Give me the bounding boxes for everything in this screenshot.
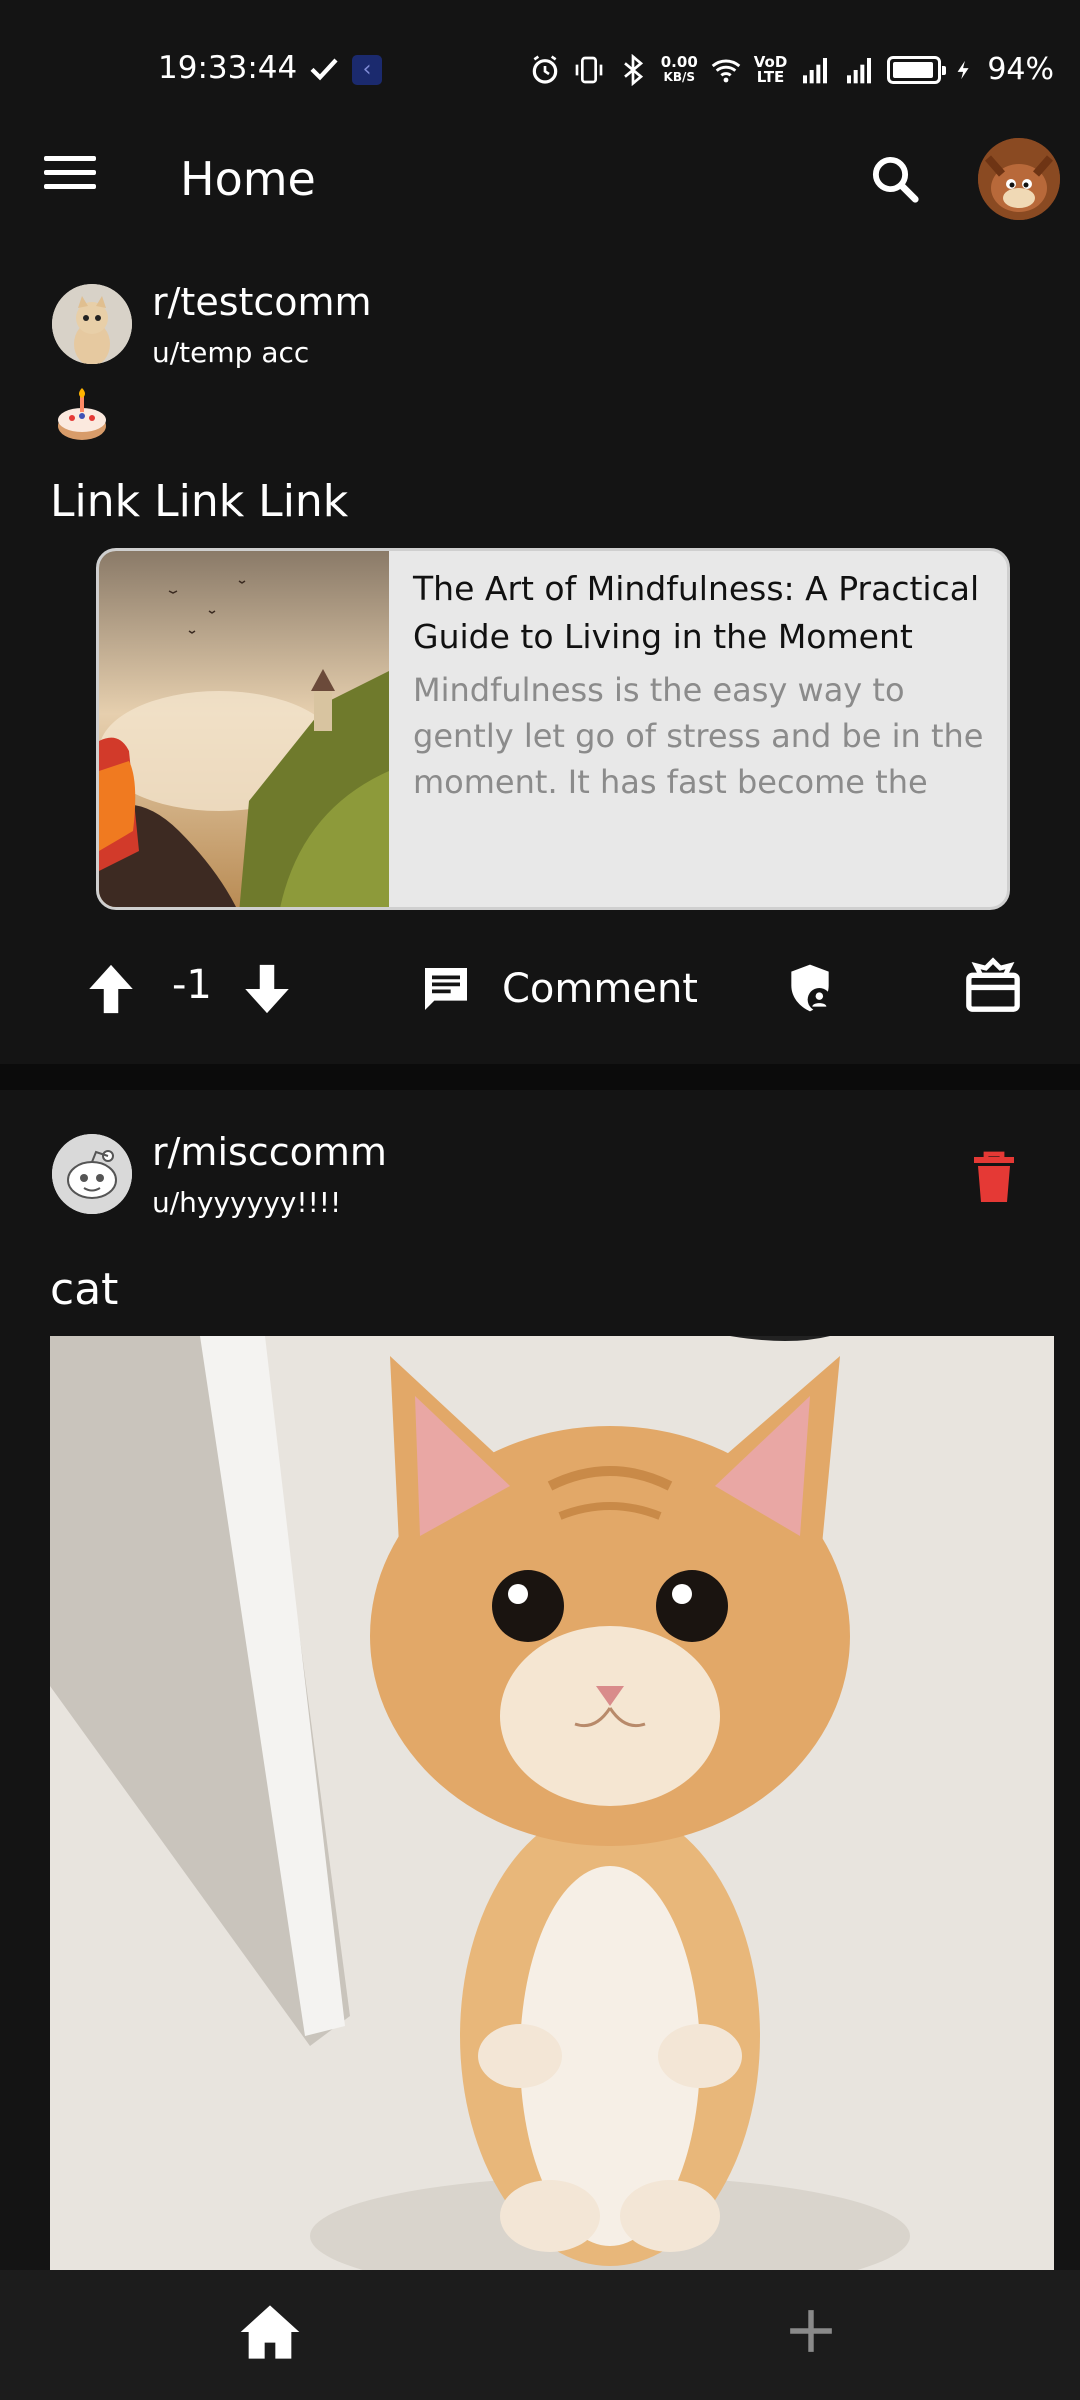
status-time: 19:33:44 [158,50,298,86]
bottom-navigation [0,2270,1080,2400]
upvote-icon[interactable] [82,958,140,1020]
downvote-icon[interactable] [238,958,296,1020]
user-avatar-image [978,138,1060,220]
trash-icon[interactable] [970,1150,1018,1206]
author-name[interactable]: u/temp acc [152,336,309,369]
default-avatar-image [52,1134,132,1214]
alarm-icon [532,55,558,84]
comment-icon [425,968,467,1010]
volte-bottom: LTE [756,67,785,86]
post-title[interactable]: cat [50,1264,118,1315]
author-name[interactable]: u/hyyyyyy!!!! [152,1186,341,1219]
volte-indicator: VoD LTE [754,54,788,86]
post-card[interactable]: r/misccomm u/hyyyyyy!!!! cat [0,1090,1080,2270]
net-speed-unit: KB/S [663,69,695,84]
mod-shield-icon[interactable] [782,960,838,1016]
battery-fill [893,61,933,78]
menu-icon[interactable] [44,156,96,198]
post-actions: -1 Comment [0,930,1080,1040]
signal-icon [803,57,828,83]
comment-button[interactable]: Comment [418,954,698,1024]
net-speed-value: 0.00 [660,52,698,71]
post-card[interactable]: r/testcomm u/temp acc Link Link Link The… [0,254,1080,1064]
app-bar: Home [0,108,1080,254]
bluetooth-icon [623,53,643,86]
kitten-avatar-image [52,284,132,364]
status-icons: 0.00 KB/S VoD LTE 94% [529,52,1054,87]
check-icon [310,58,338,81]
subreddit-avatar[interactable] [52,284,132,364]
post-image[interactable] [50,1336,1054,2270]
plus-icon[interactable] [786,2306,836,2356]
user-avatar[interactable] [978,138,1060,220]
home-icon[interactable] [236,2300,304,2364]
search-icon[interactable] [868,152,922,206]
post-title[interactable]: Link Link Link [50,476,348,527]
app-notification-icon: ‹ [352,55,382,85]
link-preview-card[interactable]: The Art of Mindfulness: A Practical Guid… [96,548,1010,910]
vote-score: -1 [172,962,212,1008]
subreddit-name[interactable]: r/misccomm [152,1130,387,1174]
status-bar: 19:33:44 ‹ 0.00 KB/S VoD LTE 94% [0,0,1080,108]
wifi-icon [711,59,741,82]
battery-icon [887,55,947,84]
charging-icon [957,60,969,79]
page-title: Home [180,152,316,206]
net-speed: 0.00 KB/S [660,52,698,85]
cat-photo-image [50,1336,1054,2270]
link-title: The Art of Mindfulness: A Practical Guid… [413,569,980,656]
link-description: Mindfulness is the easy way to gently le… [413,671,984,801]
vibrate-icon [575,56,603,83]
battery-percent: 94% [987,52,1054,87]
award-gift-icon[interactable] [964,956,1022,1014]
link-thumbnail-image [99,551,389,907]
subreddit-avatar[interactable] [52,1134,132,1214]
signal-icon-2 [847,57,872,83]
comment-label: Comment [502,966,698,1012]
cake-day-icon [58,388,106,440]
subreddit-name[interactable]: r/testcomm [152,280,372,324]
